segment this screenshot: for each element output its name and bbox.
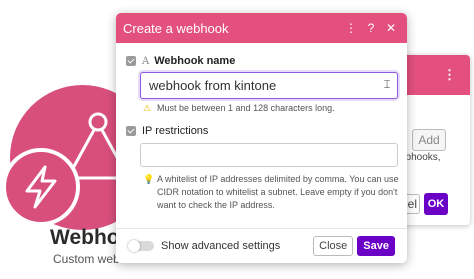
dialog-header: Create a webhook ⋮ ? ✕ xyxy=(116,13,407,43)
webhook-name-value: webhook from kintone xyxy=(149,78,277,93)
bolt-badge xyxy=(2,148,80,226)
create-webhook-dialog: Create a webhook ⋮ ? ✕ A Webhook name we… xyxy=(116,13,407,263)
help-icon[interactable]: ? xyxy=(362,21,380,35)
background-dialog-menu-icon[interactable]: ⋮ xyxy=(443,67,456,83)
background-dialog-header: ⋮ xyxy=(400,55,470,95)
close-icon[interactable]: ✕ xyxy=(382,21,400,35)
ip-restrictions-hint-text: A whitelist of IP addresses delimited by… xyxy=(157,174,399,210)
ip-restrictions-label: IP restrictions xyxy=(142,125,209,137)
bolt-icon xyxy=(25,165,57,209)
add-button[interactable]: Add xyxy=(412,129,446,151)
lightbulb-icon: 💡 xyxy=(143,174,155,184)
webhook-name-hint-text: Must be between 1 and 128 characters lon… xyxy=(157,103,335,113)
warning-icon: ⚠ xyxy=(143,103,152,113)
webhook-name-row: A Webhook name xyxy=(126,55,235,67)
ip-restrictions-input[interactable] xyxy=(140,143,398,167)
dialog-title: Create a webhook xyxy=(123,20,229,36)
dialog-footer: Show advanced settings Close Save xyxy=(116,228,407,263)
webhook-name-hint: ⚠ Must be between 1 and 128 characters l… xyxy=(143,102,335,115)
ok-button[interactable]: OK xyxy=(424,193,448,215)
advanced-settings-toggle[interactable] xyxy=(128,240,154,252)
save-button[interactable]: Save xyxy=(357,236,395,256)
ip-restrictions-row: IP restrictions xyxy=(126,125,208,137)
close-button[interactable]: Close xyxy=(313,236,354,256)
text-type-icon: A xyxy=(142,55,150,67)
webhook-name-label: Webhook name xyxy=(154,55,236,67)
webhook-name-input[interactable]: webhook from kintone ⌶ xyxy=(140,72,398,99)
advanced-settings-label: Show advanced settings xyxy=(161,240,281,252)
text-cursor-icon: ⌶ xyxy=(383,79,391,91)
background-dialog: ⋮ Add ebhooks, Cancel OK xyxy=(400,55,470,225)
ip-restrictions-checkbox[interactable] xyxy=(126,126,136,136)
menu-icon[interactable]: ⋮ xyxy=(342,21,360,35)
webhook-name-checkbox[interactable] xyxy=(126,56,136,66)
ip-restrictions-hint: 💡 A whitelist of IP addresses delimited … xyxy=(143,173,401,212)
